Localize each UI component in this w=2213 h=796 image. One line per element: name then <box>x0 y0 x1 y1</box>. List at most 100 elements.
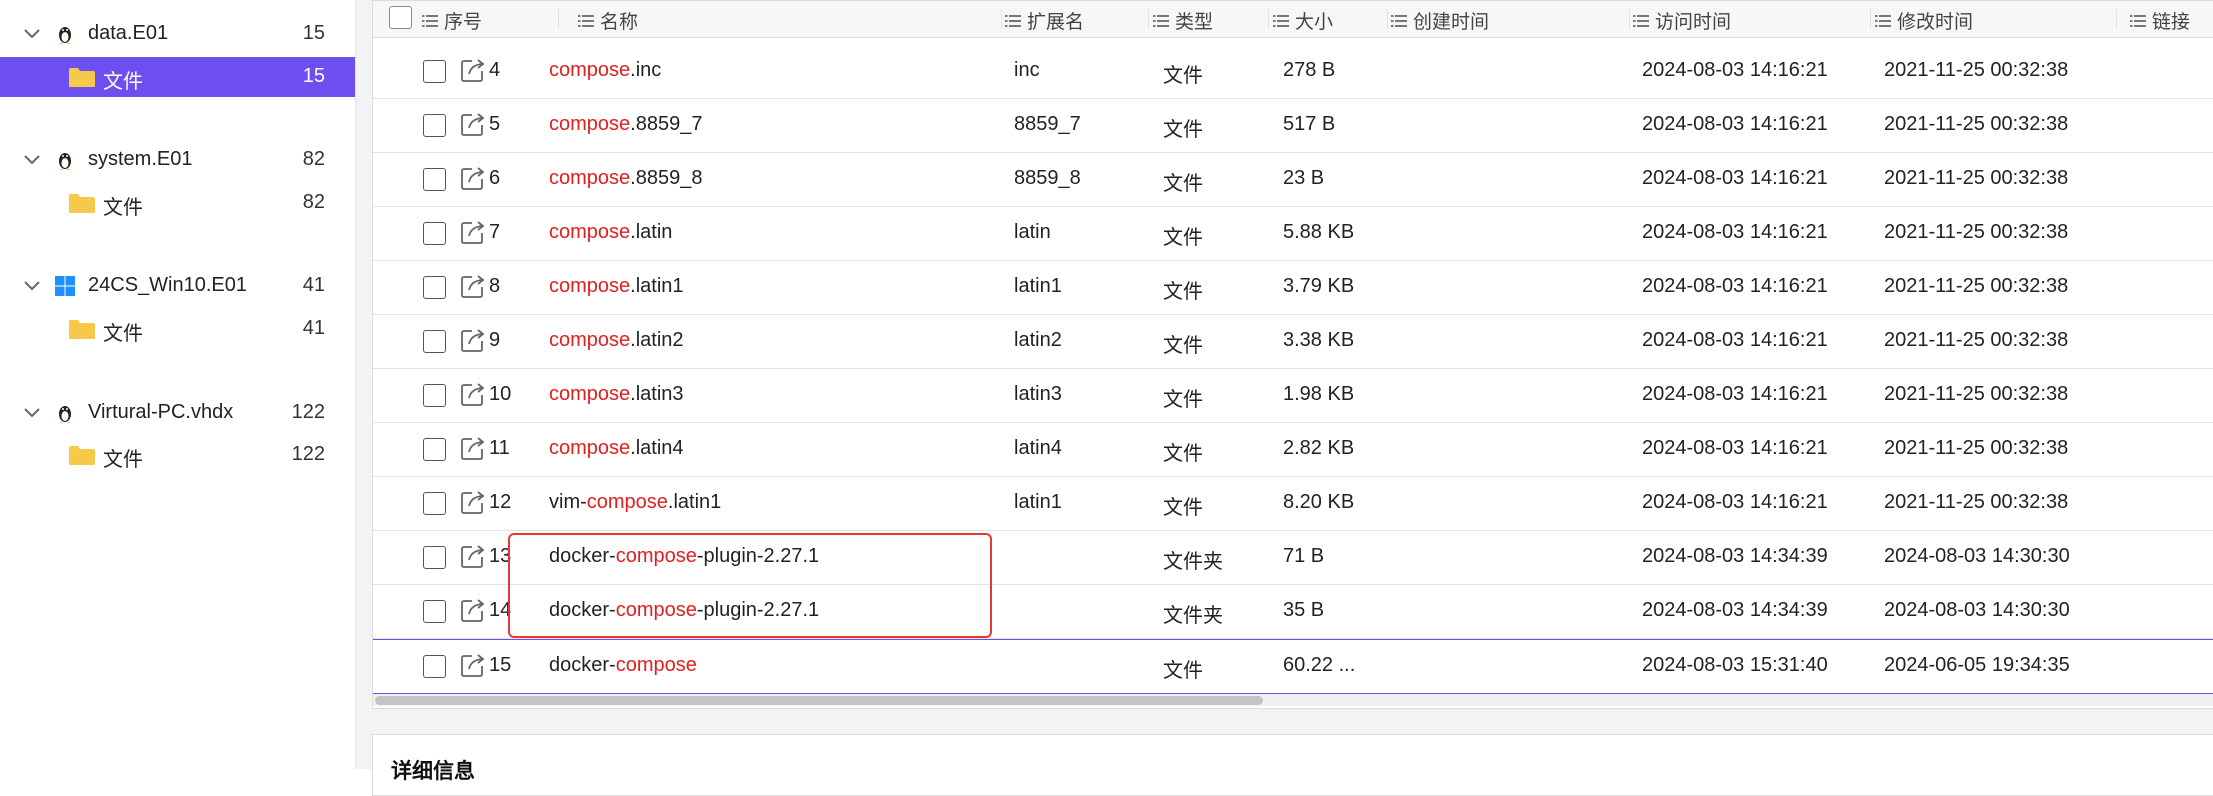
chevron-down-icon[interactable] <box>22 150 42 170</box>
tree-node-files-data-e01[interactable]: 文件 15 <box>0 57 355 97</box>
table-row[interactable]: 12 vim-compose.latin1 latin1 文件 8.20 KB 2024-… <box>373 477 2213 531</box>
table-row[interactable]: 13 docker-compose-plugin-2.27.1 文件夹 71 B 202… <box>373 531 2213 585</box>
cell-name[interactable]: compose.latin1 <box>549 275 684 298</box>
chevron-down-icon[interactable] <box>22 276 42 296</box>
open-external-icon[interactable] <box>459 596 487 624</box>
row-checkbox[interactable] <box>423 114 446 137</box>
column-divider[interactable] <box>1148 9 1149 29</box>
column-divider[interactable] <box>1387 9 1388 29</box>
cell-accessed: 2024-08-03 14:16:21 <box>1642 59 1828 81</box>
cell-name[interactable]: compose.latin3 <box>549 383 684 406</box>
name-match-highlight: compose <box>615 654 697 676</box>
cell-name[interactable]: compose.8859_7 <box>549 113 702 136</box>
open-external-icon[interactable] <box>459 326 487 354</box>
row-checkbox[interactable] <box>423 168 446 191</box>
column-menu-icon[interactable] <box>2130 14 2146 28</box>
table-row[interactable]: 4 compose.inc inc 文件 278 B 2024-08-03 14:16:2… <box>373 45 2213 99</box>
column-divider[interactable] <box>1268 9 1269 29</box>
open-external-icon[interactable] <box>459 272 487 300</box>
open-external-icon[interactable] <box>459 488 487 516</box>
cell-name[interactable]: compose.latin2 <box>549 329 684 352</box>
tree-node-virtural-pc-vhdx[interactable]: Virtural-PC.vhdx 122 <box>0 393 355 433</box>
tree-node-count: 15 <box>302 65 325 87</box>
open-external-icon[interactable] <box>459 164 487 192</box>
cell-name[interactable]: compose.latin <box>549 221 672 244</box>
table-row[interactable]: 8 compose.latin1 latin1 文件 3.79 KB 2024-08-03… <box>373 261 2213 315</box>
tree-node-files-virtural-pc-vhdx[interactable]: 文件 122 <box>0 435 355 475</box>
column-menu-icon[interactable] <box>1875 14 1891 28</box>
row-checkbox[interactable] <box>423 384 446 407</box>
column-header-label: 访问时间 <box>1655 12 1732 33</box>
column-header-extension[interactable]: 扩展名 <box>1005 7 1084 34</box>
tree-node-24cs-win10-e01[interactable]: 24CS_Win10.E01 41 <box>0 266 355 306</box>
column-divider[interactable] <box>1629 9 1630 29</box>
column-header-created[interactable]: 创建时间 <box>1391 7 1489 34</box>
open-external-icon[interactable] <box>459 56 487 84</box>
column-header-index[interactable]: 序号 <box>422 7 482 34</box>
column-menu-icon[interactable] <box>1391 14 1407 28</box>
tree-node-files-24cs-win10-e01[interactable]: 文件 41 <box>0 309 355 349</box>
cell-accessed: 2024-08-03 14:16:21 <box>1642 221 1828 243</box>
open-external-icon[interactable] <box>459 651 487 679</box>
row-checkbox[interactable] <box>423 546 446 569</box>
open-external-icon[interactable] <box>459 218 487 246</box>
cell-name[interactable]: compose.latin4 <box>549 437 684 460</box>
cell-size: 3.79 KB <box>1283 275 1355 297</box>
column-header-accessed[interactable]: 访问时间 <box>1633 7 1731 34</box>
table-row[interactable]: 7 compose.latin latin 文件 5.88 KB 2024-08-03 1… <box>373 207 2213 261</box>
table-row[interactable]: 15 docker-compose 文件 60.22 ... 2024-08-03 15… <box>373 639 2213 694</box>
column-menu-icon[interactable] <box>1633 14 1649 28</box>
column-header-link[interactable]: 链接 <box>2130 7 2190 34</box>
column-header-name[interactable]: 名称 <box>578 7 638 34</box>
horizontal-scrollbar[interactable] <box>373 694 2213 706</box>
column-divider[interactable] <box>2116 9 2117 29</box>
table-row[interactable]: 6 compose.8859_8 8859_8 文件 23 B 2024-08-03 14… <box>373 153 2213 207</box>
column-divider[interactable] <box>558 9 559 29</box>
horizontal-scrollbar-thumb[interactable] <box>375 696 1263 705</box>
chevron-down-icon[interactable] <box>22 24 42 44</box>
cell-name[interactable]: vim-compose.latin1 <box>549 491 721 514</box>
cell-name[interactable]: docker-compose-plugin-2.27.1 <box>549 545 819 568</box>
table-row[interactable]: 11 compose.latin4 latin4 文件 2.82 KB 2024-08-0… <box>373 423 2213 477</box>
row-checkbox[interactable] <box>423 276 446 299</box>
linux-icon <box>59 406 71 423</box>
tree-node-system-e01[interactable]: system.E01 82 <box>0 140 355 180</box>
tree-node-data-e01[interactable]: data.E01 15 <box>0 14 355 54</box>
cell-name[interactable]: docker-compose <box>549 654 697 677</box>
cell-size: 5.88 KB <box>1283 221 1355 243</box>
tree-node-label: 文件 <box>103 449 143 471</box>
row-checkbox[interactable] <box>423 60 446 83</box>
table-row[interactable]: 9 compose.latin2 latin2 文件 3.38 KB 2024-08-03… <box>373 315 2213 369</box>
cell-name[interactable]: compose.8859_8 <box>549 167 702 190</box>
cell-type: 文件 <box>1163 335 1203 357</box>
open-external-icon[interactable] <box>459 110 487 138</box>
column-menu-icon[interactable] <box>422 14 438 28</box>
column-menu-icon[interactable] <box>1153 14 1169 28</box>
open-external-icon[interactable] <box>459 542 487 570</box>
column-menu-icon[interactable] <box>1273 14 1289 28</box>
row-checkbox[interactable] <box>423 655 446 678</box>
column-divider[interactable] <box>1870 9 1871 29</box>
row-checkbox[interactable] <box>423 492 446 515</box>
column-header-size[interactable]: 大小 <box>1273 7 1333 34</box>
open-external-icon[interactable] <box>459 380 487 408</box>
open-external-icon[interactable] <box>459 434 487 462</box>
table-row[interactable]: 10 compose.latin3 latin3 文件 1.98 KB 2024-08-0… <box>373 369 2213 423</box>
column-header-modified[interactable]: 修改时间 <box>1875 7 1973 34</box>
column-divider[interactable] <box>1001 9 1002 29</box>
cell-name[interactable]: compose.inc <box>549 59 661 82</box>
row-checkbox[interactable] <box>423 222 446 245</box>
tree-node-files-system-e01[interactable]: 文件 82 <box>0 183 355 223</box>
row-checkbox[interactable] <box>423 600 446 623</box>
name-match-highlight: compose <box>615 599 697 621</box>
chevron-down-icon[interactable] <box>22 403 42 423</box>
column-menu-icon[interactable] <box>1005 14 1021 28</box>
table-row[interactable]: 14 docker-compose-plugin-2.27.1 文件夹 35 B 202… <box>373 585 2213 639</box>
select-all-checkbox[interactable] <box>389 6 412 29</box>
cell-name[interactable]: docker-compose-plugin-2.27.1 <box>549 599 819 622</box>
table-row[interactable]: 5 compose.8859_7 8859_7 文件 517 B 2024-08-03 1… <box>373 99 2213 153</box>
row-checkbox[interactable] <box>423 330 446 353</box>
row-checkbox[interactable] <box>423 438 446 461</box>
column-menu-icon[interactable] <box>578 14 594 28</box>
column-header-type[interactable]: 类型 <box>1153 7 1213 34</box>
